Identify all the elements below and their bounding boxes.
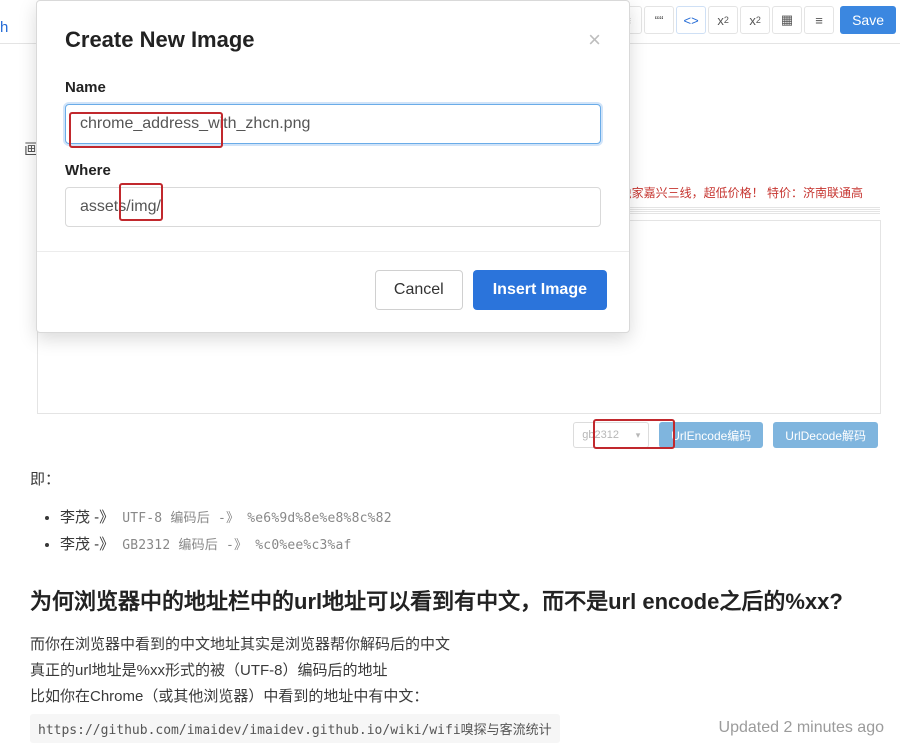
insert-image-button[interactable]: Insert Image	[473, 270, 607, 310]
create-image-modal: Create New Image × Name Where Cancel Ins…	[36, 0, 630, 333]
close-icon[interactable]: ×	[588, 27, 601, 53]
name-input[interactable]	[65, 104, 601, 144]
cancel-button[interactable]: Cancel	[375, 270, 463, 310]
modal-title: Create New Image	[65, 27, 255, 53]
where-label: Where	[65, 162, 601, 179]
where-input[interactable]	[65, 187, 601, 227]
name-label: Name	[65, 79, 601, 96]
